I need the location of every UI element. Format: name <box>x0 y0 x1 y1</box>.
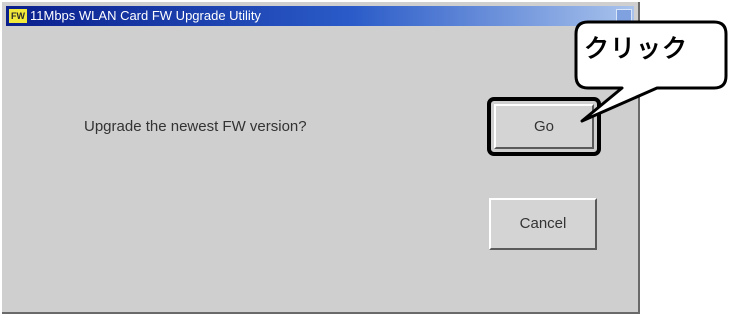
callout-text: クリック <box>584 35 689 63</box>
